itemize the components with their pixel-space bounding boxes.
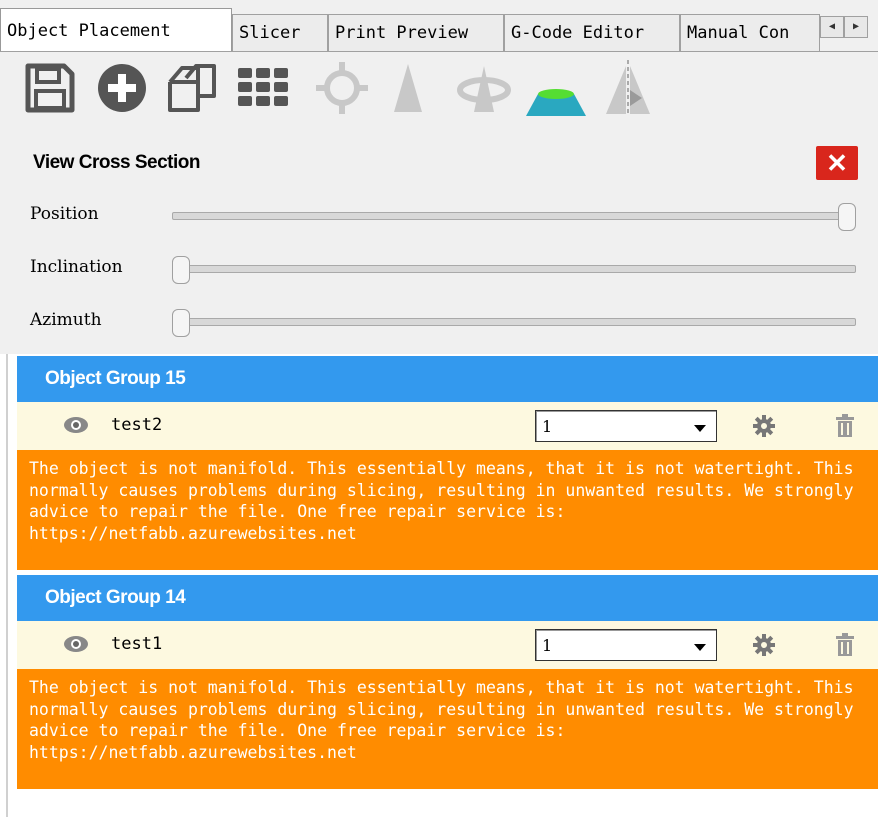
tab-manual-control[interactable]: Manual Con <box>680 14 820 52</box>
autoposition-icon[interactable] <box>380 60 436 116</box>
not-manifold-warning: The object is not manifold. This essenti… <box>17 450 878 570</box>
inclination-label: Inclination <box>30 257 123 277</box>
tab-scroll-buttons: ◀ ▶ <box>820 14 870 38</box>
rotate-view-icon[interactable] <box>456 60 512 116</box>
inclination-slider-thumb[interactable] <box>172 256 190 284</box>
visibility-eye-icon[interactable] <box>63 635 89 653</box>
arrange-grid-icon[interactable] <box>236 60 292 116</box>
toolbar <box>0 52 878 132</box>
object-group-header[interactable]: Object Group 15 <box>17 356 878 402</box>
close-cross-section-button[interactable]: ✕ <box>816 146 858 180</box>
tab-gcode-editor[interactable]: G-Code Editor <box>504 14 680 52</box>
list-margin-line <box>6 354 8 817</box>
gear-icon[interactable] <box>753 634 775 656</box>
copy-object-icon[interactable] <box>164 60 220 116</box>
inclination-slider-track[interactable] <box>172 265 856 273</box>
tab-object-placement[interactable]: Object Placement <box>0 8 232 52</box>
trash-icon[interactable] <box>835 414 855 438</box>
gear-icon[interactable] <box>753 415 775 437</box>
tab-scroll-right-button[interactable]: ▶ <box>844 16 868 38</box>
trash-icon[interactable] <box>835 633 855 657</box>
visibility-eye-icon[interactable] <box>63 416 89 434</box>
tab-slicer[interactable]: Slicer <box>232 14 328 52</box>
mirror-icon[interactable] <box>600 60 656 116</box>
object-group-header[interactable]: Object Group 14 <box>17 575 878 621</box>
center-object-icon[interactable] <box>314 60 370 116</box>
extruder-select[interactable]: 1 <box>535 629 717 661</box>
object-row[interactable]: test1 1 <box>17 621 878 669</box>
extruder-select-value: 1 <box>542 636 553 655</box>
azimuth-label: Azimuth <box>30 310 102 330</box>
list-margin <box>0 354 17 817</box>
extruder-select[interactable]: 1 <box>535 410 717 442</box>
position-label: Position <box>30 204 99 224</box>
object-name: test2 <box>111 415 163 435</box>
object-row[interactable]: test2 1 <box>17 402 878 450</box>
cross-section-title: View Cross Section <box>33 152 201 173</box>
azimuth-slider-thumb[interactable] <box>172 309 190 337</box>
position-slider-track[interactable] <box>172 212 856 220</box>
azimuth-slider-track[interactable] <box>172 318 856 326</box>
extruder-select-value: 1 <box>542 417 553 436</box>
object-name: test1 <box>111 634 163 654</box>
add-object-icon[interactable] <box>94 60 150 116</box>
tab-bar: Object Placement Slicer Print Preview G-… <box>0 0 878 52</box>
save-icon[interactable] <box>22 60 78 116</box>
cut-object-icon[interactable] <box>524 60 586 116</box>
chevron-down-icon <box>694 644 706 651</box>
tab-scroll-left-button[interactable]: ◀ <box>820 16 844 38</box>
not-manifold-warning: The object is not manifold. This essenti… <box>17 669 878 789</box>
cross-section-panel: View Cross Section ✕ Position Inclinatio… <box>0 132 878 354</box>
position-slider-thumb[interactable] <box>838 203 856 231</box>
tab-print-preview[interactable]: Print Preview <box>328 14 504 52</box>
chevron-down-icon <box>694 425 706 432</box>
